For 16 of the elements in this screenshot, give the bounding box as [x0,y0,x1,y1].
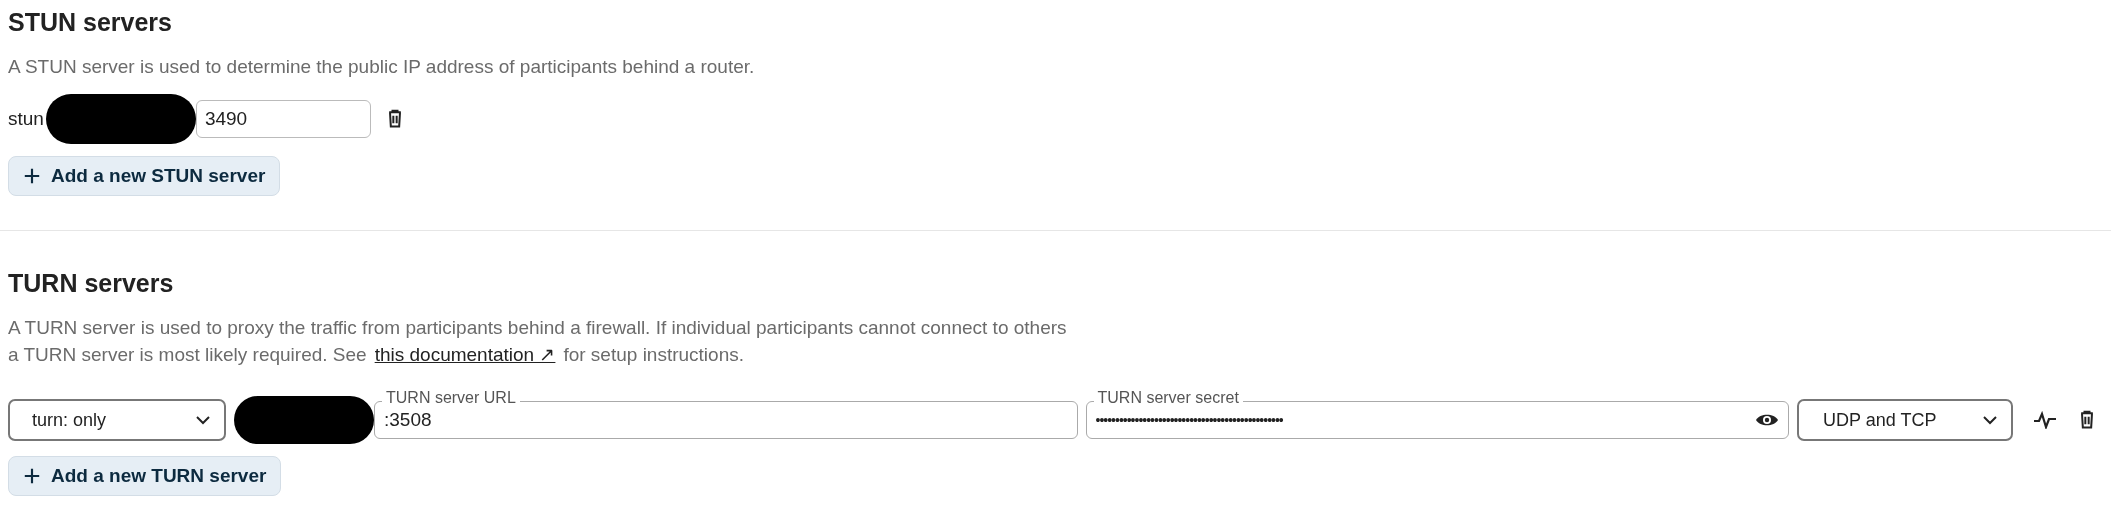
plus-icon [23,167,41,185]
stun-server-field[interactable]: 3490 [195,100,371,138]
turn-secret-field[interactable]: TURN server secret •••••••••••••••••••••••••••••••••••••••••••••••• [1085,389,1789,439]
section-description: A TURN server is used to proxy the traffic from participants behind a firewall. If individual participants cannot connect to others a TURN server is most likely required. See this documentation ↗ for setup instructions. [8,316,1068,367]
field-value-start: stun [8,108,44,130]
section-heading: TURN servers [8,269,174,298]
add-stun-button[interactable]: Add a new STUN server [8,156,281,196]
eye-icon[interactable] [1755,412,1779,428]
protocol-select[interactable]: UDP and TCP [1797,399,2013,441]
section-heading: STUN servers [8,8,172,37]
section-description: A STUN server is used to determine the public IP address of participants behind a router. [8,55,756,79]
turn-url-field[interactable]: TURN server URL :3508 [374,389,1078,439]
documentation-link[interactable]: this documentation ↗ [374,344,556,365]
plus-icon [23,467,41,485]
scheme-select[interactable]: turn: only [8,399,226,441]
add-turn-button[interactable]: Add a new TURN server [8,456,282,496]
